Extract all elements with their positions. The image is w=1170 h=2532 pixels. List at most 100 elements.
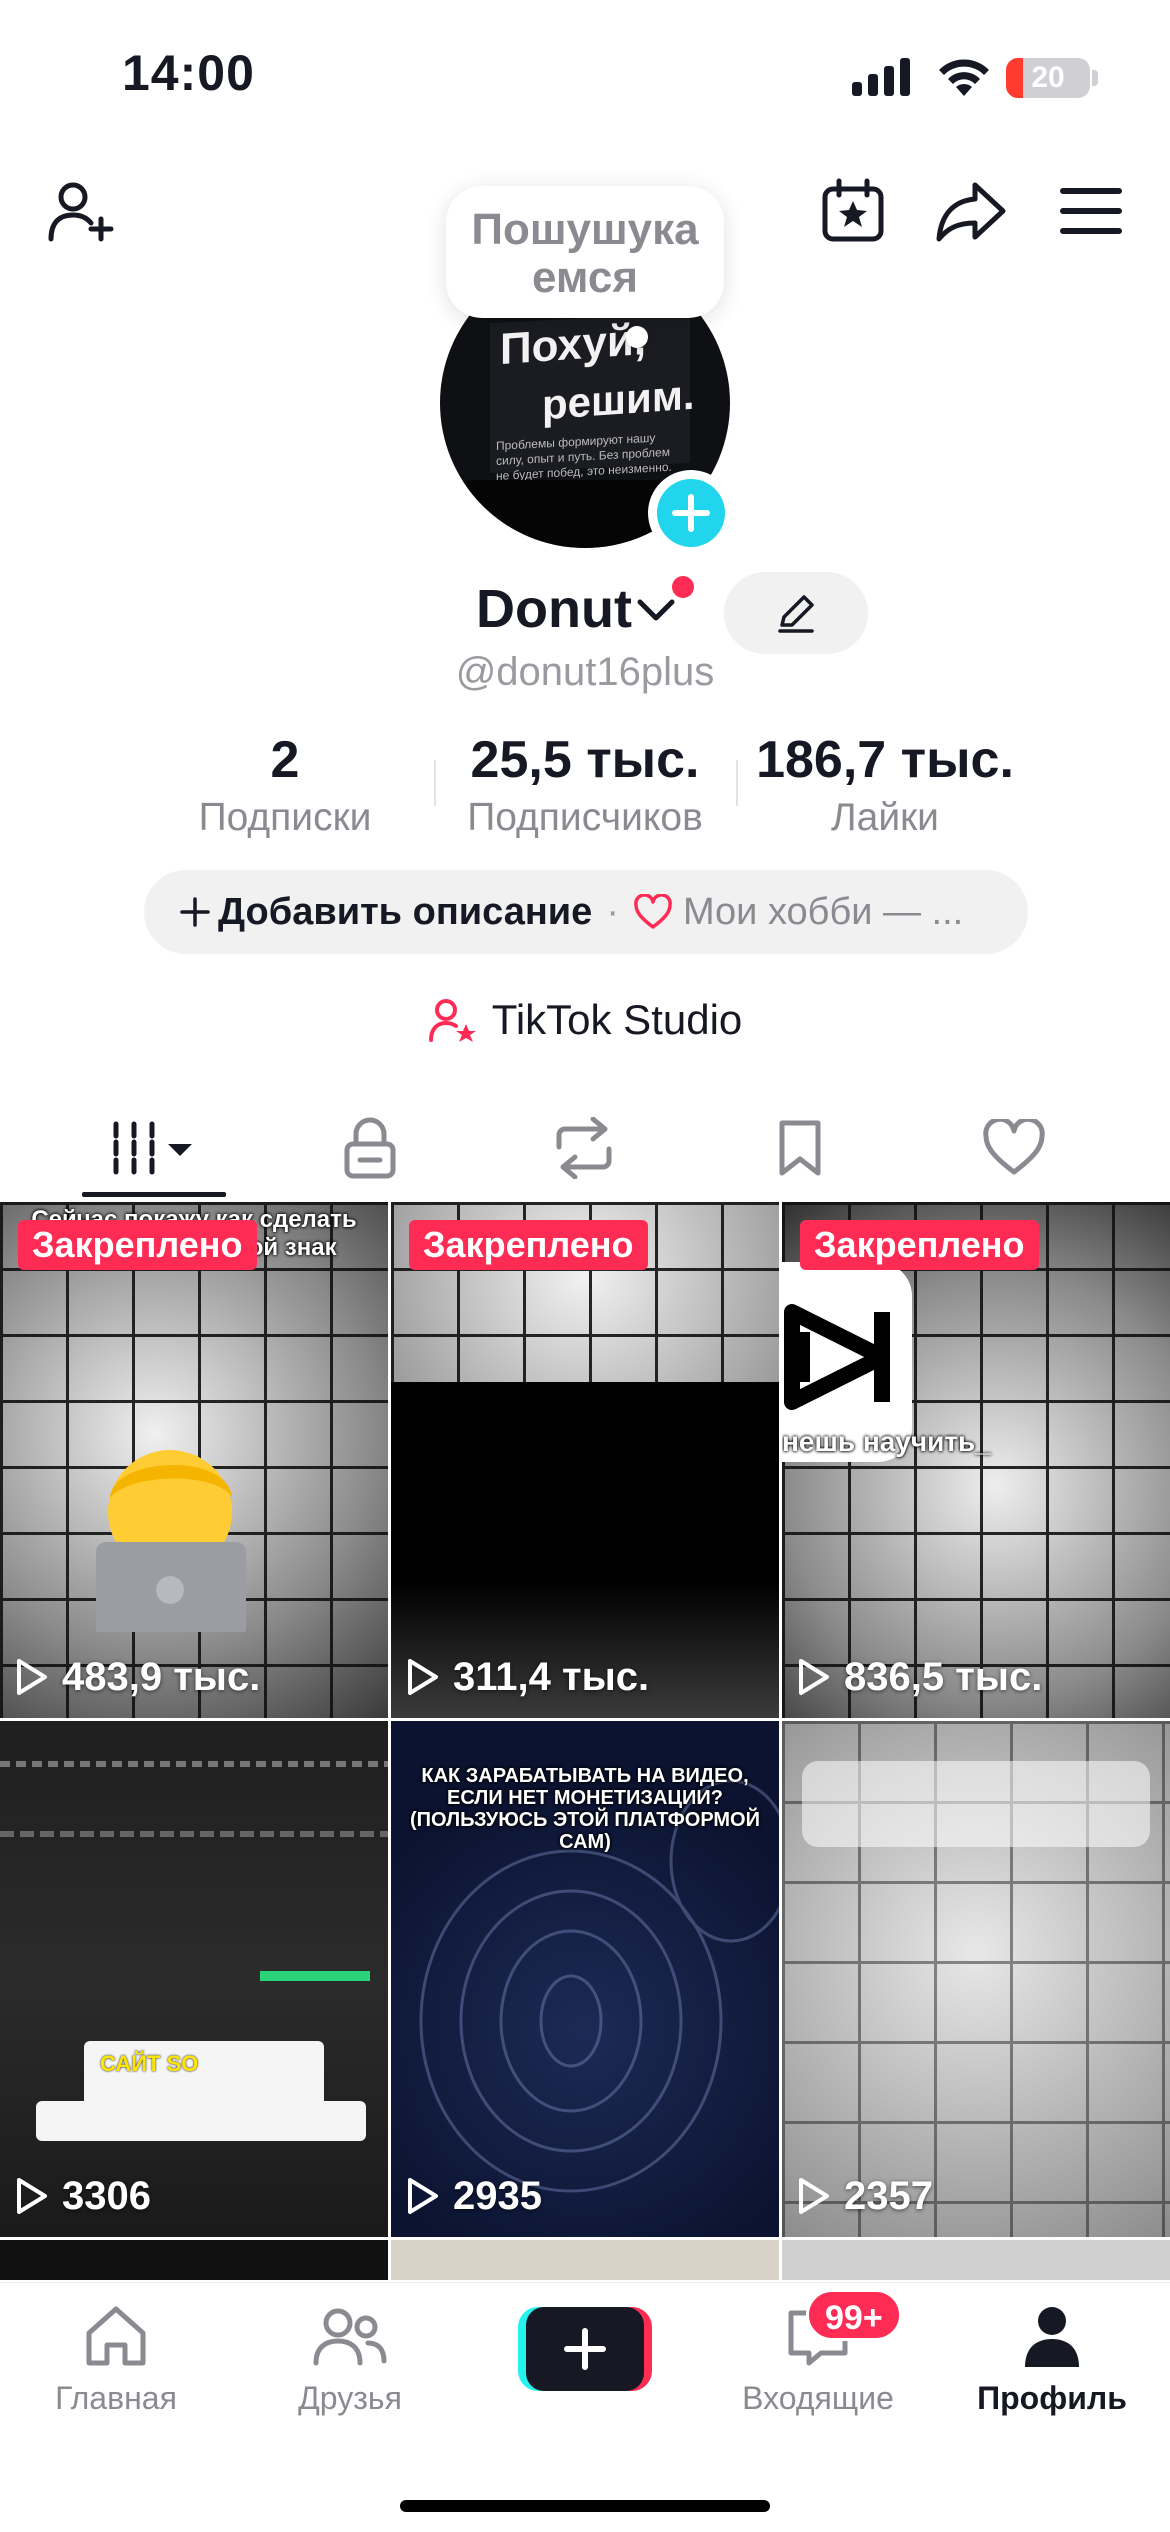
tiktok-studio-link[interactable]: TikTok Studio [0,990,1170,1050]
video-tile[interactable]: Закреплено 311,4 тыс. [391,1202,779,1718]
view-count: 311,4 тыс. [405,1650,649,1704]
view-count-text: 2935 [453,2173,542,2218]
nav-home[interactable]: Главная [26,2301,206,2417]
video-tile[interactable]: Сейчас покажу как сделать красивый водян… [0,1202,388,1718]
tab-reposts[interactable] [494,1100,674,1196]
status-time: 14:00 [122,45,255,101]
plus-icon [672,494,710,532]
stat-following[interactable]: 2 Подписки [170,730,400,840]
video-tile[interactable]: нешь научить_ Закреплено 836,5 тыс. [782,1202,1170,1718]
home-icon [86,2306,146,2366]
battery-tip [1092,70,1098,86]
video-tile[interactable]: 2357 [782,1721,1170,2237]
plus-icon [564,2328,606,2370]
nav-home-label: Главная [55,2380,177,2416]
calendar-star-icon [822,178,884,242]
person-laptop-emoji [96,1450,246,1632]
nav-friends-label: Друзья [298,2380,402,2416]
stat-divider [736,760,738,806]
hamburger-menu-icon [1060,188,1122,234]
add-avatar-button[interactable] [648,470,734,556]
tile-white-card [36,2101,366,2141]
notification-dot [672,576,694,598]
stat-followers[interactable]: 25,5 тыс. Подписчиков [440,730,730,840]
stat-followers-value: 25,5 тыс. [470,731,700,789]
add-bio-label: Добавить описание [218,890,593,933]
stat-followers-label: Подписчиков [467,796,703,839]
repost-icon [556,1117,612,1179]
plus-icon [180,897,210,927]
video-tile[interactable]: САЙТ SO 3306 [0,1721,388,2237]
name-row: Donut [0,572,1170,654]
avatar-text-line1: Похуй, [500,314,647,375]
edit-profile-button[interactable] [724,572,868,654]
lock-icon [344,1117,396,1179]
bottom-navigation: Главная Друзья Входящие 99+ Профиль [0,2282,1170,2532]
battery-indicator: 20 [1006,58,1090,98]
tile-blur-line [0,1761,388,1767]
hobbies-button[interactable]: Мои хобби — ... [633,891,963,934]
pencil-icon [778,595,814,633]
note-line2: емся [531,253,638,302]
video-tile[interactable]: КАК ЗАРАБАТЫВАТЬ НА ВИДЕО, ЕСЛИ НЕТ МОНЕ… [391,1721,779,2237]
pinned-badge: Закреплено [18,1220,257,1270]
hobbies-label: Мои хобби — ... [682,890,964,933]
video-caption: нешь научить_ [782,1426,991,1457]
tile-blur-line [0,1831,388,1837]
menu-button[interactable] [1046,166,1136,256]
videos-grid-icon [113,1121,192,1175]
capcut-logo-icon [784,1304,890,1410]
play-icon [799,1659,829,1695]
video-caption: САЙТ SO [100,2051,199,2076]
view-count: 2935 [405,2169,542,2223]
pinned-badge: Закреплено [800,1220,1039,1270]
video-tile[interactable] [0,2240,388,2280]
avatar-small-text: Проблемы формируют нашу силу, опыт и пут… [496,430,672,483]
studio-label: TikTok Studio [491,996,743,1043]
wifi-icon [939,59,989,96]
chevron-down-icon[interactable] [636,596,676,626]
heart-icon [634,894,672,929]
add-friend-button[interactable] [36,166,126,256]
view-count-text: 311,4 тыс. [453,1654,650,1699]
tab-private[interactable] [280,1100,460,1196]
profile-stats: 2 Подписки 25,5 тыс. Подписчиков 186,7 т… [0,730,1170,850]
play-icon [408,1659,438,1695]
view-count-text: 2357 [844,2173,933,2218]
add-bio-button[interactable]: Добавить описание [180,891,592,934]
username: @donut16plus [455,650,715,694]
create-button[interactable] [518,2307,652,2391]
status-bar: 14:00 20 [0,0,1170,150]
bio-pill[interactable]: Добавить описание · Мои хобби — ... [144,870,1028,954]
note-bubble-tail [626,326,648,348]
nav-profile[interactable]: Профиль [962,2301,1142,2417]
content-tabs [0,1100,1170,1196]
play-icon [408,2178,438,2214]
stat-likes[interactable]: 186,7 тыс. Лайки [740,730,1030,840]
heart-icon [983,1119,1045,1175]
video-grid: Сейчас покажу как сделать красивый водян… [0,1202,1170,2282]
display-name[interactable]: Donut [476,578,632,640]
video-caption: КАК ЗАРАБАТЫВАТЬ НА ВИДЕО, ЕСЛИ НЕТ МОНЕ… [410,1765,760,1853]
video-tile[interactable] [391,2240,779,2280]
stat-divider [434,760,436,806]
tab-favorites[interactable] [710,1100,890,1196]
tab-videos[interactable] [64,1100,244,1196]
stat-likes-value: 186,7 тыс. [756,731,1014,789]
view-count: 483,9 тыс. [14,1650,260,1704]
note-bubble[interactable]: Пошушука емся [446,186,724,318]
calendar-button[interactable] [808,166,898,256]
tab-liked[interactable] [924,1100,1104,1196]
view-count-text: 3306 [62,2173,151,2218]
studio-user-star-icon [428,999,476,1042]
nav-friends[interactable]: Друзья [260,2301,440,2417]
play-icon [17,1659,47,1695]
inbox-unread-badge: 99+ [806,2289,902,2341]
share-arrow-icon [936,182,1006,242]
view-count: 2357 [796,2169,933,2223]
note-line1: Пошушука [471,205,699,254]
stat-following-value: 2 [270,731,300,789]
friends-icon [313,2308,387,2366]
video-tile[interactable] [782,2240,1170,2280]
share-profile-button[interactable] [926,166,1016,256]
